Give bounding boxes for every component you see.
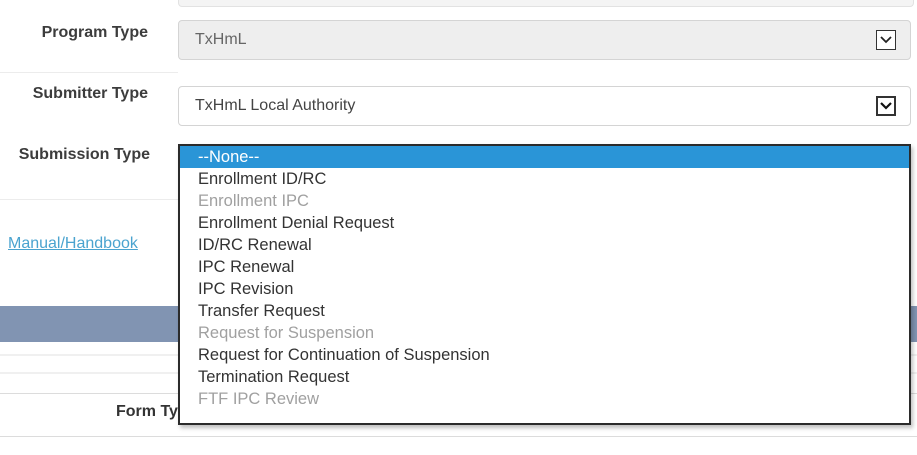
- dropdown-option[interactable]: IPC Renewal: [180, 256, 909, 278]
- manual-handbook-link[interactable]: Manual/Handbook: [8, 235, 138, 253]
- program-type-label: Program Type: [41, 24, 148, 41]
- submitter-type-value: TxHmL Local Authority: [195, 97, 356, 114]
- dropdown-option: FTF IPC Review: [198, 390, 320, 408]
- dropdown-option[interactable]: Enrollment Denial Request: [180, 212, 909, 234]
- submitter-type-label: Submitter Type: [32, 85, 148, 102]
- dropdown-option[interactable]: Request for Continuation of Suspension: [180, 344, 909, 366]
- submitter-type-select[interactable]: TxHmL Local Authority: [178, 86, 911, 126]
- chevron-down-icon[interactable]: [876, 96, 896, 116]
- dropdown-option[interactable]: ID/RC Renewal: [180, 234, 909, 256]
- previous-field: [178, 0, 914, 7]
- program-type-value: TxHmL: [195, 31, 247, 48]
- dropdown-option[interactable]: Transfer Request: [180, 300, 909, 322]
- dropdown-option[interactable]: --None--: [180, 146, 909, 168]
- dropdown-option: Enrollment IPC: [198, 192, 309, 210]
- program-type-select: TxHmL: [178, 20, 911, 60]
- dropdown-option[interactable]: Termination Request: [180, 366, 909, 388]
- chevron-down-icon: [876, 30, 896, 50]
- dropdown-option[interactable]: Enrollment ID/RC: [180, 168, 909, 190]
- submission-type-options: --None-- Enrollment ID/RC Enrollment IPC En…: [180, 146, 909, 410]
- table-header-bottom-border: [0, 436, 917, 437]
- submission-type-label: Submission Type: [18, 146, 150, 163]
- row-divider: [0, 199, 178, 200]
- form-type-column-header[interactable]: Form Ty: [116, 403, 178, 421]
- dropdown-option[interactable]: IPC Revision: [180, 278, 909, 300]
- dropdown-option: Request for Suspension: [198, 324, 375, 342]
- submission-type-dropdown[interactable]: --None-- Enrollment ID/RC Enrollment IPC En…: [178, 144, 911, 425]
- row-divider: [0, 72, 178, 73]
